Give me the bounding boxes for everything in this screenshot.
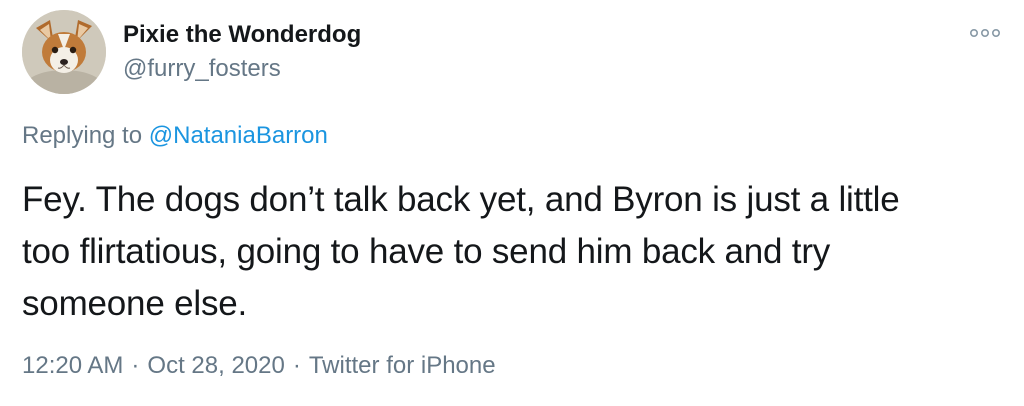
- tweet-source-link[interactable]: Twitter for iPhone: [309, 352, 496, 379]
- reply-mention-link[interactable]: @NataniaBarron: [149, 122, 328, 149]
- reply-context: Replying to @NataniaBarron: [22, 122, 328, 150]
- meta-separator: ·: [292, 352, 301, 379]
- meta-separator: ·: [131, 352, 140, 379]
- reply-prefix: Replying to: [22, 122, 143, 149]
- more-options-button[interactable]: [968, 22, 1002, 44]
- tweet-time[interactable]: 12:20 AM: [22, 352, 123, 379]
- tweet-metadata: 12:20 AM · Oct 28, 2020 · Twitter for iPhone: [22, 352, 496, 380]
- tweet-text-line: Fey. The dogs don’t talk back yet, and B…: [22, 180, 900, 219]
- user-handle[interactable]: @furry_fosters: [123, 55, 281, 83]
- more-options-icon: [969, 29, 1000, 38]
- dog-avatar-icon: [22, 10, 106, 94]
- tweet-text-line: too flirtatious, going to have to send h…: [22, 232, 831, 271]
- tweet-text: Fey. The dogs don’t talk back yet, and B…: [22, 174, 1007, 330]
- avatar[interactable]: [22, 10, 106, 94]
- tweet: Pixie the Wonderdog @furry_fosters Reply…: [0, 0, 1024, 406]
- display-name[interactable]: Pixie the Wonderdog: [123, 21, 361, 49]
- tweet-text-line: someone else.: [22, 284, 248, 323]
- tweet-date[interactable]: Oct 28, 2020: [147, 352, 284, 379]
